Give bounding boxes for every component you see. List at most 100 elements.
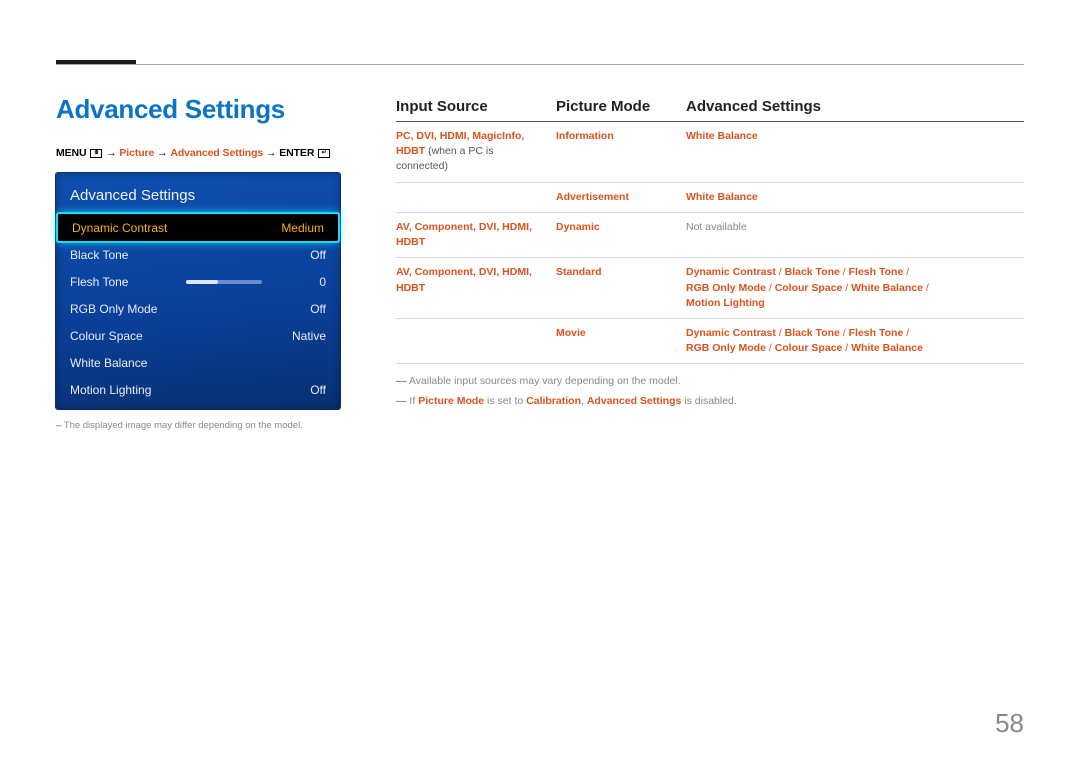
cell-picture-mode: Standard [556, 258, 686, 319]
note-2: If Picture Mode is set to Calibration, A… [396, 394, 1024, 410]
cell-advanced: Dynamic Contrast / Black Tone / Flesh To… [686, 258, 1024, 319]
breadcrumb-enter: ENTER [279, 147, 314, 159]
hl-text: Movie [556, 327, 586, 339]
cell-input-source: AV, Component, DVI, HDMI, HDBT [396, 258, 556, 319]
breadcrumb-item: Picture [119, 147, 154, 159]
osd-row[interactable]: Dynamic Contrast Medium [58, 214, 338, 241]
hl-text: White Balance [851, 282, 923, 294]
separator: / [776, 266, 785, 278]
osd-row-value: Medium [281, 221, 324, 235]
cell-input-source: AV, Component, DVI, HDMI, HDBT [396, 212, 556, 257]
separator: / [840, 266, 849, 278]
hl-text: Dynamic Contrast [686, 327, 776, 339]
breadcrumb-menu: MENU [56, 147, 87, 159]
separator: / [842, 342, 851, 354]
cell-advanced: Dynamic Contrast / Black Tone / Flesh To… [686, 318, 1024, 363]
osd-row-value: Off [310, 383, 326, 397]
separator: / [903, 327, 909, 339]
hl-text: White Balance [851, 342, 923, 354]
osd-row-label: Motion Lighting [70, 383, 151, 397]
separator: / [842, 282, 851, 294]
table-row: Movie Dynamic Contrast / Black Tone / Fle… [396, 318, 1024, 363]
osd-row-label: Colour Space [70, 329, 143, 343]
hl-text: Colour Space [775, 282, 843, 294]
osd-panel: Advanced Settings Dynamic Contrast Medium… [56, 173, 340, 409]
separator: / [840, 327, 849, 339]
cell-input-source [396, 182, 556, 212]
arrow-icon: → [106, 147, 119, 159]
panel-footnote: The displayed image may differ depending… [56, 419, 356, 432]
osd-row-label: RGB Only Mode [70, 302, 157, 316]
plain-text: Not available [686, 221, 747, 233]
cell-input-source [396, 318, 556, 363]
osd-panel-title: Advanced Settings [56, 183, 340, 214]
left-column: Advanced Settings MENU Ⅲ → Picture → Adv… [56, 94, 356, 723]
separator: / [903, 266, 909, 278]
osd-row-label: White Balance [70, 356, 147, 370]
osd-row-label: Flesh Tone [70, 275, 128, 289]
cell-picture-mode: Advertisement [556, 182, 686, 212]
hl-text: RGB Only Mode [686, 342, 766, 354]
table-row: AV, Component, DVI, HDMI, HDBT Standard Dy… [396, 258, 1024, 319]
osd-row[interactable]: Black Tone Off [56, 241, 340, 268]
hl-text: White Balance [686, 191, 758, 203]
right-column: Input Source Picture Mode Advanced Setti… [396, 94, 1024, 723]
page-content: Advanced Settings MENU Ⅲ → Picture → Adv… [56, 64, 1024, 723]
cell-input-source: PC, DVI, HDMI, MagicInfo, HDBT (when a P… [396, 122, 556, 183]
cell-advanced: White Balance [686, 182, 1024, 212]
th-advanced-settings: Advanced Settings [686, 94, 1024, 122]
osd-row[interactable]: Motion Lighting Off [56, 376, 340, 403]
th-input-source: Input Source [396, 94, 556, 122]
hl-text: Colour Space [775, 342, 843, 354]
hl-text: Standard [556, 266, 602, 278]
menu-icon: Ⅲ [90, 149, 102, 158]
hl-text: Flesh Tone [849, 266, 904, 278]
section-heading: Advanced Settings [56, 94, 356, 125]
table-row: PC, DVI, HDMI, MagicInfo, HDBT (when a P… [396, 122, 1024, 183]
cell-picture-mode: Information [556, 122, 686, 183]
arrow-icon: → [157, 147, 170, 159]
osd-row-value: 0 [319, 275, 326, 289]
hl-text: AV, Component, DVI, HDMI, HDBT [396, 221, 532, 248]
osd-row-value: Off [310, 248, 326, 262]
hl-text: Information [556, 130, 614, 142]
osd-row[interactable]: White Balance [56, 349, 340, 376]
separator: / [776, 327, 785, 339]
th-picture-mode: Picture Mode [556, 94, 686, 122]
osd-row-label: Black Tone [70, 248, 128, 262]
note-1: Available input sources may vary dependi… [396, 374, 1024, 390]
cell-advanced: Not available [686, 212, 1024, 257]
slider[interactable] [186, 280, 262, 284]
hl-text: RGB Only Mode [686, 282, 766, 294]
cell-picture-mode: Dynamic [556, 212, 686, 257]
arrow-icon: → [266, 147, 279, 159]
separator: / [766, 282, 775, 294]
osd-row[interactable]: Flesh Tone 0 [56, 268, 340, 295]
table-row: Advertisement White Balance [396, 182, 1024, 212]
slider-fill [186, 280, 218, 284]
hl-text: Motion Lighting [686, 297, 765, 309]
hl-text: AV, Component, DVI, HDMI, HDBT [396, 266, 532, 293]
hl-text: Black Tone [785, 266, 840, 278]
separator: / [766, 342, 775, 354]
osd-row[interactable]: RGB Only Mode Off [56, 295, 340, 322]
page-number: 58 [995, 708, 1024, 739]
breadcrumb-item: Advanced Settings [170, 147, 263, 159]
hl-text: Advertisement [556, 191, 629, 203]
cell-picture-mode: Movie [556, 318, 686, 363]
hl-text: Dynamic Contrast [686, 266, 776, 278]
hl-text: Dynamic [556, 221, 600, 233]
settings-table: Input Source Picture Mode Advanced Setti… [396, 94, 1024, 364]
table-row: AV, Component, DVI, HDMI, HDBT Dynamic Not… [396, 212, 1024, 257]
cell-advanced: White Balance [686, 122, 1024, 183]
osd-row-value: Native [292, 329, 326, 343]
slider-container [128, 280, 319, 284]
notes: Available input sources may vary dependi… [396, 374, 1024, 410]
hl-text: Flesh Tone [849, 327, 904, 339]
hl-text: White Balance [686, 130, 758, 142]
separator: / [923, 282, 929, 294]
hl-text: Black Tone [785, 327, 840, 339]
osd-row[interactable]: Colour Space Native [56, 322, 340, 349]
osd-row-label: Dynamic Contrast [72, 221, 167, 235]
osd-row-value: Off [310, 302, 326, 316]
